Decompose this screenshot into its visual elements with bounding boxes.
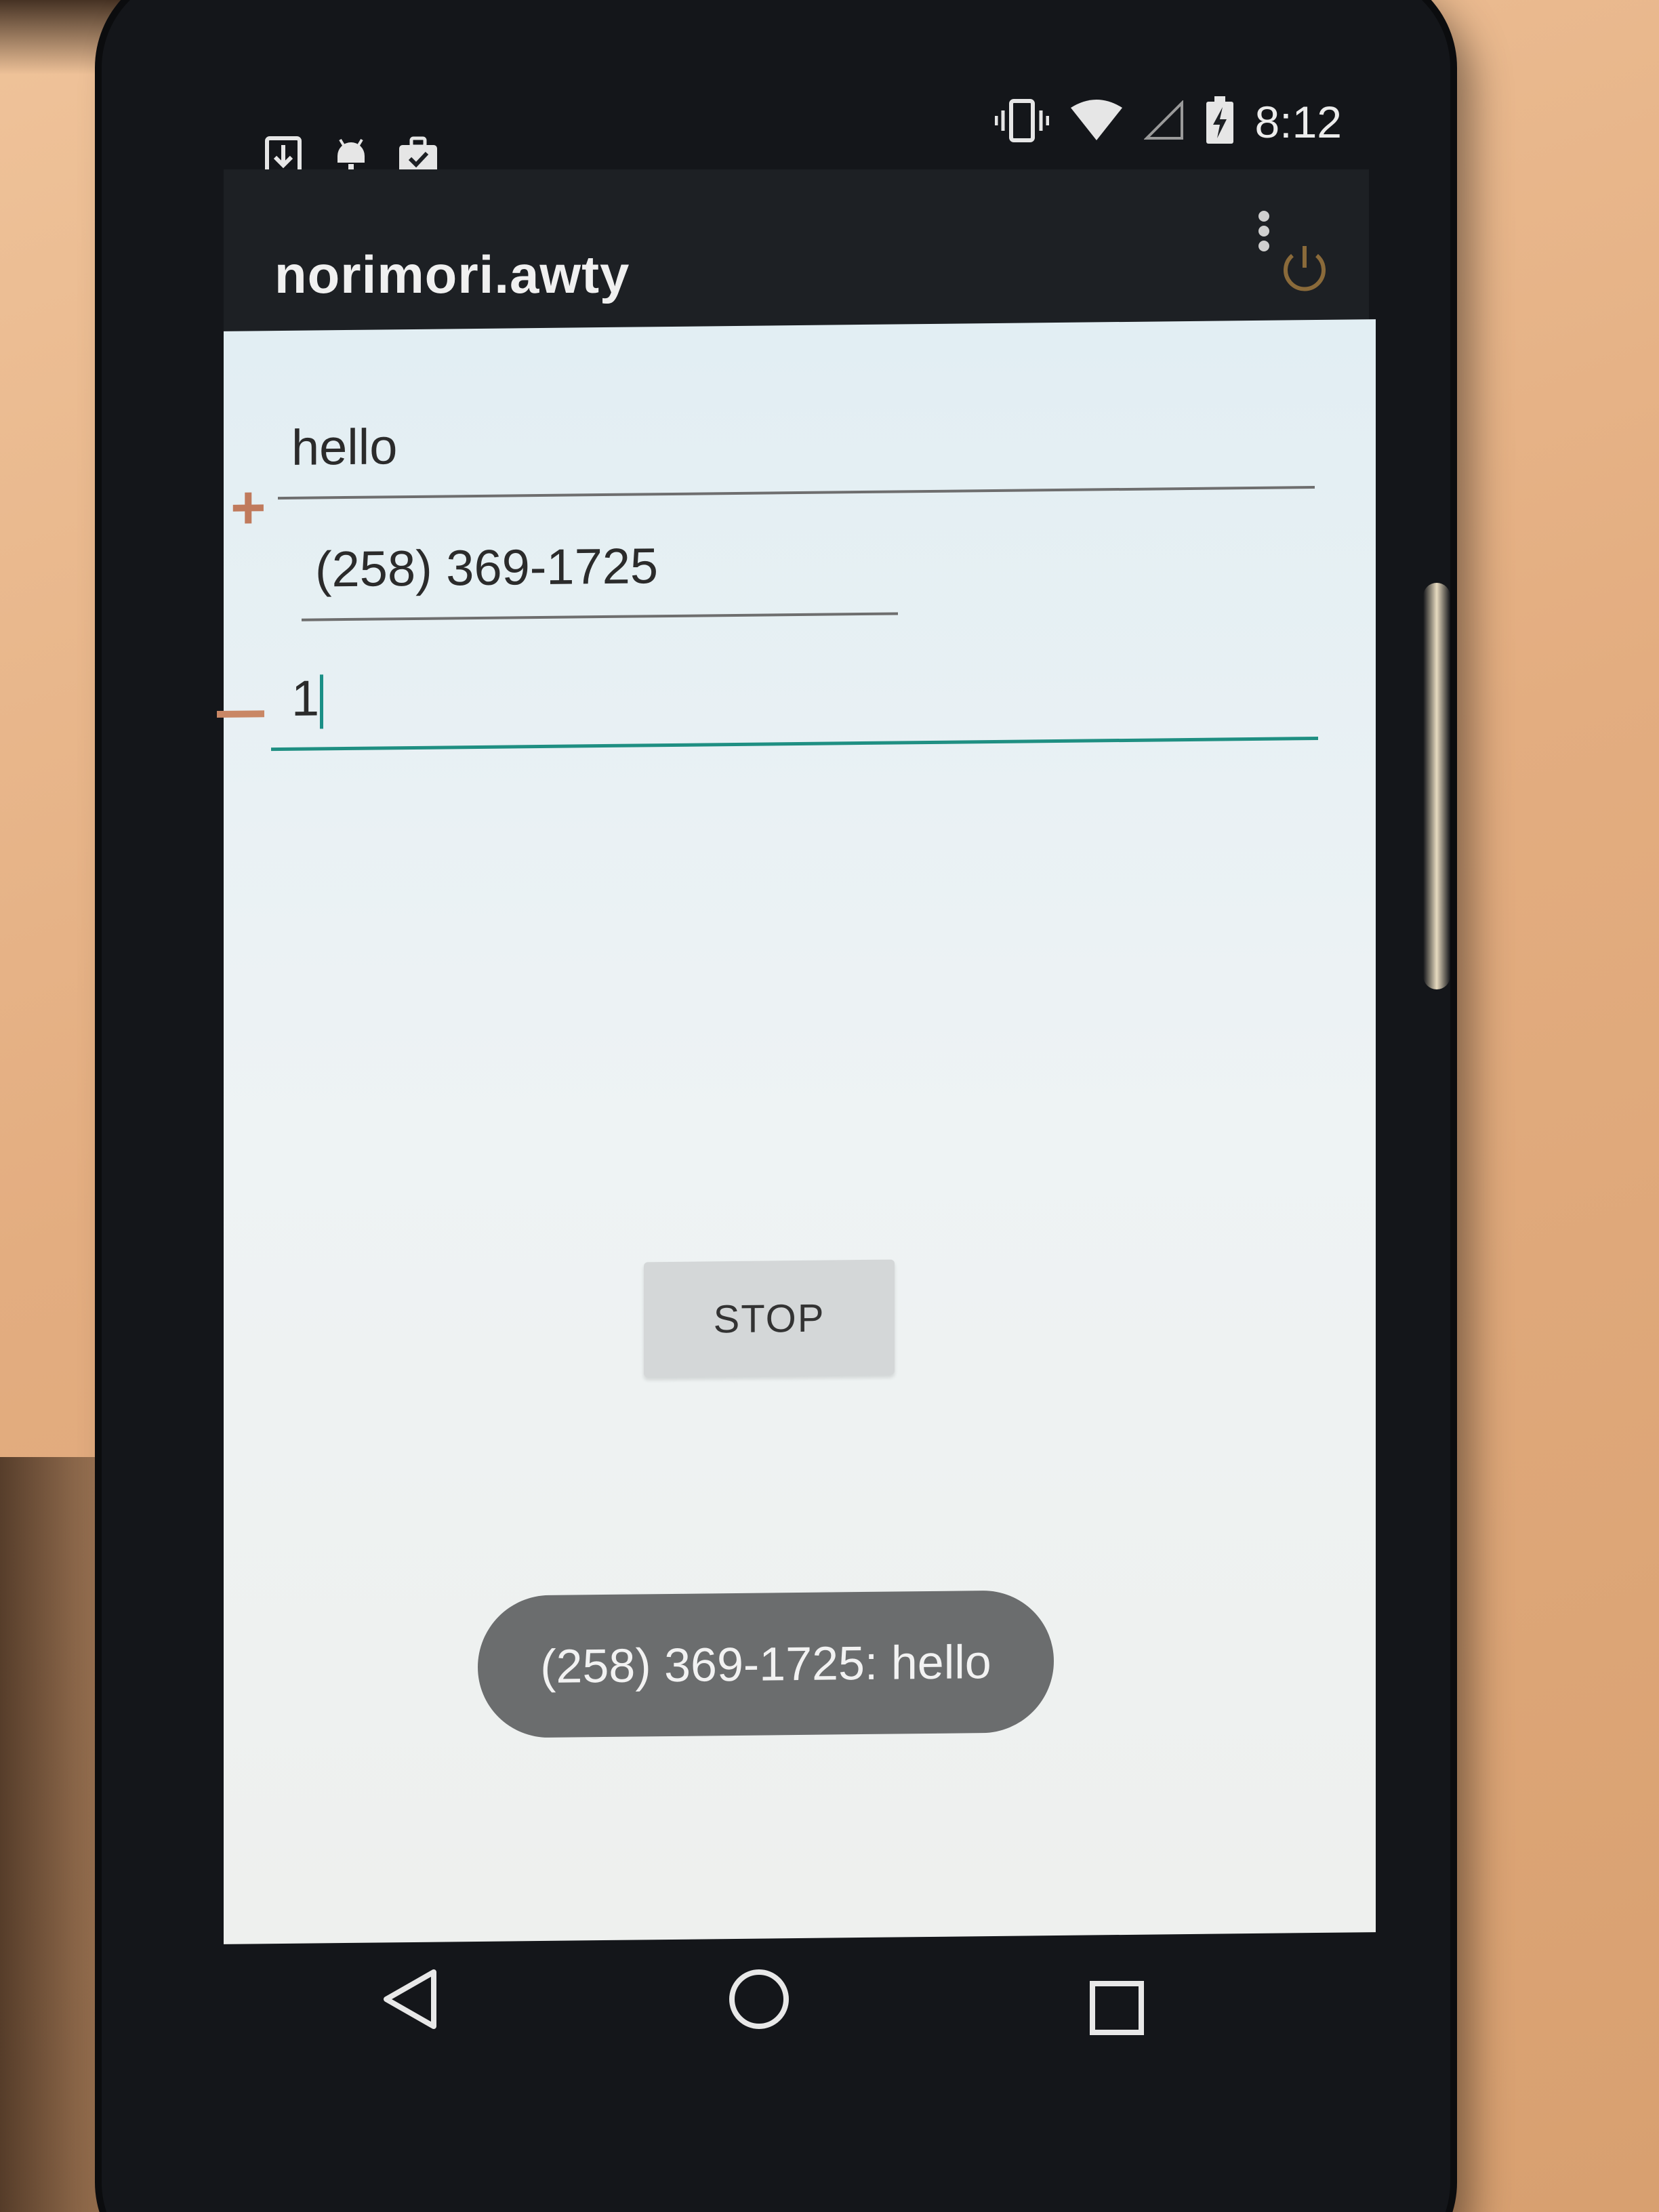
power-icon	[1277, 241, 1332, 295]
phone-number-value: (258) 369-1725	[315, 537, 659, 598]
interval-field[interactable]: 1	[271, 659, 1318, 752]
recents-icon[interactable]	[1078, 1969, 1159, 2050]
message-underline	[278, 486, 1315, 500]
toast-message: (258) 369-1725: hello	[478, 1590, 1054, 1738]
back-icon[interactable]	[373, 1959, 454, 2040]
wifi-icon	[1069, 98, 1124, 146]
app-bar: norimori.awty	[224, 169, 1369, 332]
app-content: + hello (258) 369-1725 1 STOP (258) 369-…	[217, 319, 1376, 1944]
battery-charging-icon	[1205, 96, 1235, 148]
status-clock: 8:12	[1254, 97, 1342, 147]
phone-number-field[interactable]: (258) 369-1725	[302, 534, 898, 621]
message-field[interactable]: hello	[278, 408, 1315, 500]
interval-value: 1	[291, 670, 320, 726]
status-icons-right: 8:12	[994, 88, 1342, 156]
phone-edge-reflection	[1423, 583, 1450, 989]
interval-underline-focused	[271, 736, 1318, 752]
phone-underline	[302, 612, 898, 621]
photo-scene: 8:12 norimori.awty + hello (258) 369-172…	[0, 0, 1659, 2212]
vibrate-icon	[994, 97, 1050, 148]
navigation-bar	[190, 1931, 1410, 2135]
more-vertical-icon[interactable]	[1254, 207, 1274, 288]
minus-marker	[217, 710, 264, 718]
plus-marker: +	[230, 474, 266, 542]
message-value: hello	[291, 418, 398, 476]
app-title: norimori.awty	[274, 245, 630, 304]
stop-button[interactable]: STOP	[644, 1259, 895, 1378]
home-icon[interactable]	[718, 1959, 800, 2040]
text-cursor	[320, 674, 323, 729]
signal-icon	[1143, 99, 1185, 144]
